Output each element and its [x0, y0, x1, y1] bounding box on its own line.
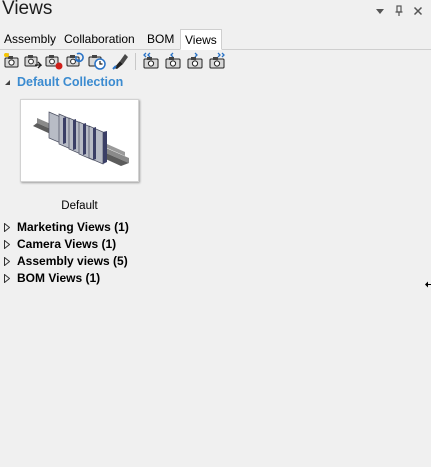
camera-next-icon[interactable] [186, 52, 204, 70]
collapsed-triangle-icon[interactable] [4, 256, 10, 266]
expanded-triangle-icon[interactable] [4, 79, 11, 86]
collapsed-triangle-icon[interactable] [4, 239, 10, 249]
thumbnail-label: Default [61, 200, 98, 212]
panel-title: Views [2, 0, 53, 19]
group-assembly-views[interactable]: Assembly views (5) [4, 253, 128, 269]
update-view-icon[interactable] [24, 52, 42, 70]
assembly-preview-image [33, 111, 129, 166]
camera-first-icon[interactable] [142, 52, 160, 70]
toolbar-separator [135, 53, 136, 70]
collapsed-triangle-icon[interactable] [4, 222, 10, 232]
tab-bom[interactable]: BOM [143, 31, 178, 48]
view-thumbnail-default[interactable] [20, 99, 139, 182]
group-camera-views[interactable]: Camera Views (1) [4, 236, 116, 252]
pin-icon[interactable] [394, 5, 404, 17]
panel-titlebar: Views [0, 0, 431, 24]
tab-strip: Assembly Collaboration BOM Views [0, 29, 431, 50]
schedule-view-icon[interactable] [88, 52, 106, 70]
camera-last-icon[interactable] [208, 52, 226, 70]
group-label: Marketing Views (1) [17, 220, 129, 234]
group-label: BOM Views (1) [17, 271, 101, 285]
save-view-icon[interactable] [66, 52, 84, 70]
default-collection-header[interactable]: Default Collection [4, 74, 123, 90]
record-view-icon[interactable] [45, 52, 63, 70]
group-marketing-views[interactable]: Marketing Views (1) [4, 219, 129, 235]
collapsed-triangle-icon[interactable] [4, 273, 10, 283]
group-label: Camera Views (1) [17, 237, 117, 251]
new-view-icon[interactable] [3, 52, 21, 70]
group-bom-views[interactable]: BOM Views (1) [4, 270, 100, 286]
collection-title: Default Collection [17, 75, 124, 89]
tab-views[interactable]: Views [180, 29, 222, 50]
dropdown-arrow-icon[interactable] [375, 5, 385, 17]
tab-assembly[interactable]: Assembly [0, 31, 60, 48]
group-label: Assembly views (5) [17, 254, 128, 268]
views-toolbar [0, 52, 431, 72]
style-brush-icon[interactable] [111, 52, 129, 70]
camera-prev-icon[interactable] [164, 52, 182, 70]
tab-collaboration[interactable]: Collaboration [60, 31, 139, 48]
close-icon[interactable] [413, 5, 423, 17]
resize-cursor-icon [425, 281, 431, 288]
